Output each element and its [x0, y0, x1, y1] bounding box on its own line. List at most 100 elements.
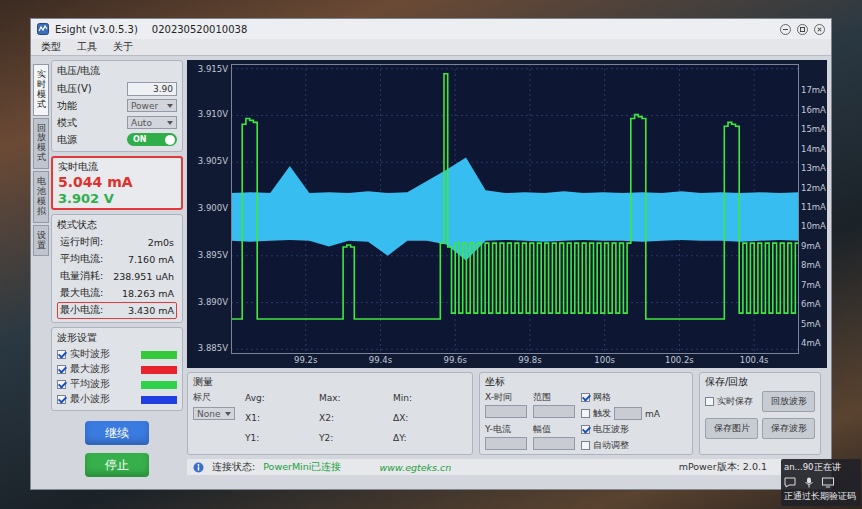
side-tab[interactable]: 电池模拟 — [33, 171, 49, 223]
ruler-select[interactable]: None — [193, 407, 235, 420]
waveform-color — [141, 366, 177, 374]
plot-area[interactable] — [231, 64, 799, 354]
side-tab[interactable]: 设置 — [33, 225, 49, 257]
voltage-input[interactable]: 3.90 — [127, 82, 177, 96]
voltage-tick: 3.900V — [198, 203, 228, 213]
waveform-checkbox[interactable] — [57, 380, 66, 389]
menu-bar: 类型 工具 关于 — [31, 39, 831, 56]
stat-value: 238.951 uAh — [113, 271, 174, 282]
realtime-save-checkbox[interactable] — [705, 397, 714, 406]
setting-select[interactable]: Power — [127, 99, 177, 112]
option-checkbox[interactable] — [581, 425, 590, 434]
current-tick: 7mA — [801, 280, 821, 290]
waveform-label: 实时波形 — [70, 348, 137, 361]
setting-label: 模式 — [57, 116, 77, 130]
menu-item[interactable]: 工具 — [77, 40, 97, 54]
current-tick: 12mA — [801, 183, 826, 193]
notification-title: an...90正在讲 — [784, 462, 858, 474]
run-button[interactable]: 继续 — [85, 421, 149, 445]
minimize-icon[interactable] — [780, 24, 791, 35]
time-tick: 99.4s — [369, 355, 392, 365]
time-tick: 100s — [594, 355, 615, 365]
microphone-icon[interactable] — [804, 477, 814, 488]
plot-border — [232, 65, 799, 354]
axis-input[interactable] — [533, 437, 575, 450]
current-tick: 17mA — [801, 85, 826, 95]
grid-line — [231, 162, 799, 163]
website-link[interactable]: www.egteks.cn — [379, 462, 451, 473]
grid-line — [231, 115, 799, 116]
group-title: 测量 — [193, 375, 467, 389]
stat-value: 2m0s — [148, 237, 174, 248]
axis-field-label: 范围 — [533, 391, 575, 404]
axis-option: 自动调整 — [581, 439, 660, 452]
voltage-tick: 3.890V — [198, 297, 228, 307]
stat-label: 最大电流: — [60, 287, 103, 300]
voltage-tick: 3.915V — [198, 64, 228, 74]
stats-group: 模式状态 运行时间: 2m0s平均电流: 7.160 mA电量消耗: 238.9… — [51, 214, 183, 323]
waveform-checkbox[interactable] — [57, 365, 66, 374]
waveform-row: 最大波形 — [57, 362, 177, 377]
group-title: 电压/电流 — [57, 64, 177, 78]
save-button[interactable]: 保存图片 — [705, 418, 758, 439]
grid-line — [231, 68, 799, 69]
setting-select[interactable]: Auto — [127, 116, 177, 129]
current-tick: 5mA — [801, 319, 821, 329]
chat-icon[interactable] — [784, 477, 796, 488]
stat-label: 最小电流: — [60, 304, 103, 317]
window-title: Esight (v3.0.5.3) — [55, 24, 138, 35]
axis-option: 触发 mA — [581, 407, 660, 420]
side-tab[interactable]: 回放模式 — [33, 118, 49, 170]
measure-readout: Y2: — [319, 433, 393, 443]
axis-input[interactable] — [485, 437, 527, 450]
current-tick: 16mA — [801, 105, 826, 115]
realtime-save: 实时保存 — [705, 395, 758, 408]
waveform-checkbox[interactable] — [57, 350, 66, 359]
option-checkbox[interactable] — [581, 393, 590, 402]
setting-row: 电压(V) 3.90 — [57, 80, 177, 97]
group-title: 模式状态 — [57, 218, 177, 232]
dropdown-arrow-icon — [167, 104, 173, 108]
connection-status: PowerMini已连接 — [263, 461, 341, 474]
waveform-label: 平均波形 — [70, 378, 137, 391]
maximize-icon[interactable] — [797, 24, 808, 35]
option-checkbox[interactable] — [581, 441, 590, 450]
waveform-row: 实时波形 — [57, 347, 177, 362]
run-button[interactable]: 停止 — [85, 453, 149, 477]
dropdown-arrow-icon — [167, 121, 173, 125]
waveform-row: 最小波形 — [57, 392, 177, 407]
group-title: 保存/回放 — [705, 375, 815, 389]
menu-item[interactable]: 关于 — [113, 40, 133, 54]
stat-label: 平均电流: — [60, 253, 103, 266]
option-checkbox[interactable] — [581, 409, 590, 418]
current-line — [231, 74, 799, 319]
stat-value: 7.160 mA — [128, 254, 174, 265]
axis-input[interactable] — [485, 405, 527, 418]
realtime-voltage: 3.902 V — [58, 191, 176, 207]
power-toggle[interactable]: ON — [127, 133, 177, 146]
time-tick: 100.4s — [740, 355, 769, 365]
trigger-input[interactable] — [614, 407, 642, 420]
notification-subtitle: 正通过长期验证码 — [784, 491, 858, 503]
measure-readout: X1: — [245, 413, 319, 423]
close-icon[interactable] — [814, 24, 825, 35]
waveform-checkbox[interactable] — [57, 395, 66, 404]
axis-field: 范围 — [533, 391, 575, 421]
time-tick: 100.2s — [665, 355, 694, 365]
save-button[interactable]: 回放波形 — [762, 391, 815, 412]
axis-field: 幅值 — [533, 423, 575, 453]
axis-input[interactable] — [533, 405, 575, 418]
app-logo-icon — [37, 23, 49, 35]
bottom-controls: 测量 标尺 None Avg:Max:Min:X1:X2:ΔX:Y1:Y2:ΔY… — [187, 372, 827, 455]
side-tab[interactable]: 实时模式 — [33, 64, 49, 116]
control-panel: 电压/电流 电压(V) 3.90功能 Power模式 Auto电源 ON 实时电… — [51, 60, 183, 485]
menu-item[interactable]: 类型 — [41, 40, 61, 54]
save-button[interactable]: 保存波形 — [762, 418, 815, 439]
waveform-color — [141, 396, 177, 404]
group-title: 波形设置 — [57, 331, 177, 345]
waveform-color — [141, 351, 177, 359]
desktop: Esight (v3.0.5.3) 020230520010038 类型工具关于… — [0, 0, 862, 509]
realtime-box: 实时电流 5.044 mA 3.902 V — [51, 156, 183, 210]
screen-share-icon[interactable] — [822, 477, 834, 488]
meeting-notification[interactable]: an...90正在讲 正通过长期验证码 — [781, 459, 861, 506]
